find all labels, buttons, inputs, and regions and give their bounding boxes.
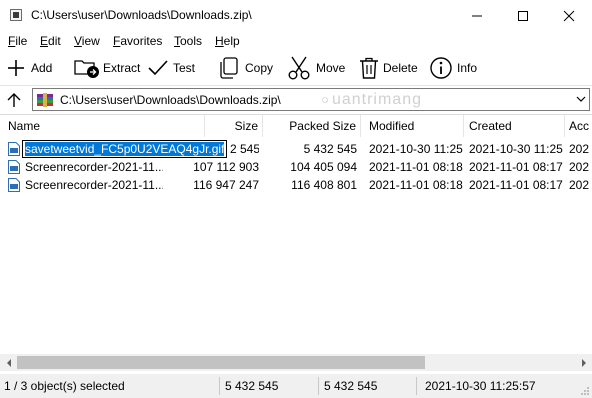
file-icon bbox=[8, 160, 20, 174]
column-header-packed-size[interactable]: Packed Size bbox=[263, 115, 361, 137]
arrow-up-icon bbox=[7, 93, 21, 107]
status-divider bbox=[416, 377, 417, 395]
trash-icon bbox=[360, 57, 378, 79]
status-size: 5 432 545 bbox=[225, 379, 279, 393]
rename-input[interactable]: savetweetvid_FC5p0U2VEAQ4gJr.gif bbox=[22, 140, 228, 158]
move-label: Move bbox=[316, 61, 346, 75]
cell-packed-size: 5 432 545 bbox=[303, 142, 357, 156]
copy-icon bbox=[220, 57, 238, 79]
chevron-right-icon bbox=[581, 358, 586, 367]
address-path: C:\Users\user\Downloads\Downloads.zip\ bbox=[60, 93, 281, 107]
maximize-icon bbox=[518, 10, 528, 21]
table-row[interactable]: savetweetvid_FC5p0U2VEAQ4gJr.gif 2 545 5… bbox=[0, 140, 592, 158]
cell-name: Screenrecorder-2021-11... bbox=[25, 160, 163, 174]
cell-accessed: 202 bbox=[569, 178, 590, 192]
cell-created: 2021-10-30 11:25 bbox=[469, 142, 563, 156]
cell-created: 2021-11-01 08:17 bbox=[469, 160, 563, 174]
test-button[interactable]: Test bbox=[147, 54, 195, 82]
cell-name: Screenrecorder-2021-11... bbox=[25, 178, 163, 192]
minimize-icon bbox=[472, 15, 482, 16]
delete-button[interactable]: Delete bbox=[358, 54, 418, 82]
status-modified: 2021-10-30 11:25:57 bbox=[425, 379, 536, 393]
menu-tools[interactable]: Tools bbox=[174, 34, 202, 48]
cell-modified: 2021-11-01 08:18 bbox=[369, 178, 463, 192]
plus-icon bbox=[8, 60, 24, 76]
cell-created: 2021-11-01 08:17 bbox=[469, 178, 563, 192]
status-bar: 1 / 3 object(s) selected 5 432 545 5 432… bbox=[0, 374, 592, 398]
add-button[interactable]: Add bbox=[6, 54, 52, 82]
up-folder-button[interactable] bbox=[4, 90, 24, 110]
menu-view[interactable]: View bbox=[74, 34, 100, 48]
cell-size: 107 112 903 bbox=[193, 160, 259, 174]
test-label: Test bbox=[173, 61, 196, 75]
watermark-logo-icon bbox=[322, 97, 328, 103]
copy-label: Copy bbox=[245, 61, 274, 75]
scroll-right-button[interactable] bbox=[575, 354, 592, 371]
info-label: Info bbox=[457, 61, 478, 75]
resize-grip-icon[interactable] bbox=[580, 386, 590, 396]
delete-label: Delete bbox=[383, 61, 418, 75]
menu-help[interactable]: Help bbox=[215, 34, 240, 48]
table-row[interactable]: Screenrecorder-2021-11... 107 112 903 10… bbox=[0, 158, 592, 176]
column-header-modified[interactable]: Modified bbox=[361, 115, 464, 137]
status-selection: 1 / 3 object(s) selected bbox=[4, 379, 125, 393]
address-bar: C:\Users\user\Downloads\Downloads.zip\ bbox=[0, 86, 592, 114]
cell-size: 2 545 bbox=[230, 142, 259, 156]
menu-bar: File Edit View Favorites Tools Help bbox=[0, 31, 592, 51]
menu-favorites[interactable]: Favorites bbox=[113, 34, 162, 48]
cell-packed-size: 104 405 094 bbox=[290, 160, 357, 174]
scissors-icon bbox=[288, 56, 310, 80]
archive-icon bbox=[10, 9, 22, 21]
column-header-name[interactable]: Name bbox=[0, 115, 205, 137]
column-header-created[interactable]: Created bbox=[464, 115, 565, 137]
extract-label: Extract bbox=[103, 61, 141, 75]
status-packed-size: 5 432 545 bbox=[324, 379, 378, 393]
close-button[interactable] bbox=[546, 0, 592, 31]
menu-file[interactable]: File bbox=[8, 34, 27, 48]
address-input[interactable]: C:\Users\user\Downloads\Downloads.zip\ bbox=[32, 88, 590, 111]
cell-packed-size: 116 408 801 bbox=[291, 178, 357, 192]
table-row[interactable]: Screenrecorder-2021-11... 116 947 247 11… bbox=[0, 176, 592, 194]
file-list[interactable]: Name Size Packed Size Modified Created A… bbox=[0, 114, 592, 354]
add-label: Add bbox=[31, 61, 53, 75]
extract-icon bbox=[74, 60, 99, 78]
status-divider bbox=[219, 377, 220, 395]
toolbar: Add Extract Test Copy Move Delete Info bbox=[0, 51, 592, 86]
file-icon bbox=[8, 178, 20, 192]
cell-accessed: 202 bbox=[569, 142, 590, 156]
watermark: uantrimang bbox=[322, 86, 422, 114]
cell-modified: 2021-11-01 08:18 bbox=[369, 160, 463, 174]
maximize-button[interactable] bbox=[500, 0, 546, 31]
checkmark-icon bbox=[148, 60, 168, 76]
move-button[interactable]: Move bbox=[287, 54, 345, 82]
extract-button[interactable]: Extract bbox=[74, 54, 140, 82]
info-button[interactable]: Info bbox=[429, 54, 477, 82]
winrar-archive-icon bbox=[37, 93, 53, 107]
menu-edit[interactable]: Edit bbox=[40, 34, 61, 48]
window-title: C:\Users\user\Downloads\Downloads.zip\ bbox=[31, 8, 252, 22]
title-bar: C:\Users\user\Downloads\Downloads.zip\ bbox=[0, 0, 592, 31]
minimize-button[interactable] bbox=[454, 0, 500, 31]
cell-size: 116 947 247 bbox=[193, 178, 259, 192]
file-icon bbox=[8, 142, 20, 156]
copy-button[interactable]: Copy bbox=[218, 54, 273, 82]
list-header: Name Size Packed Size Modified Created A… bbox=[0, 115, 592, 137]
close-icon bbox=[563, 10, 575, 21]
scroll-left-button[interactable] bbox=[0, 354, 17, 371]
chevron-down-icon[interactable] bbox=[576, 95, 586, 103]
scrollbar-thumb[interactable] bbox=[17, 356, 425, 369]
column-header-size[interactable]: Size bbox=[205, 115, 263, 137]
cell-accessed: 202 bbox=[569, 160, 590, 174]
status-divider bbox=[318, 377, 319, 395]
horizontal-scrollbar[interactable] bbox=[0, 354, 592, 371]
info-icon bbox=[430, 57, 452, 79]
column-header-accessed[interactable]: Acc bbox=[565, 115, 592, 137]
cell-modified: 2021-10-30 11:25 bbox=[369, 142, 463, 156]
chevron-left-icon bbox=[6, 358, 11, 367]
